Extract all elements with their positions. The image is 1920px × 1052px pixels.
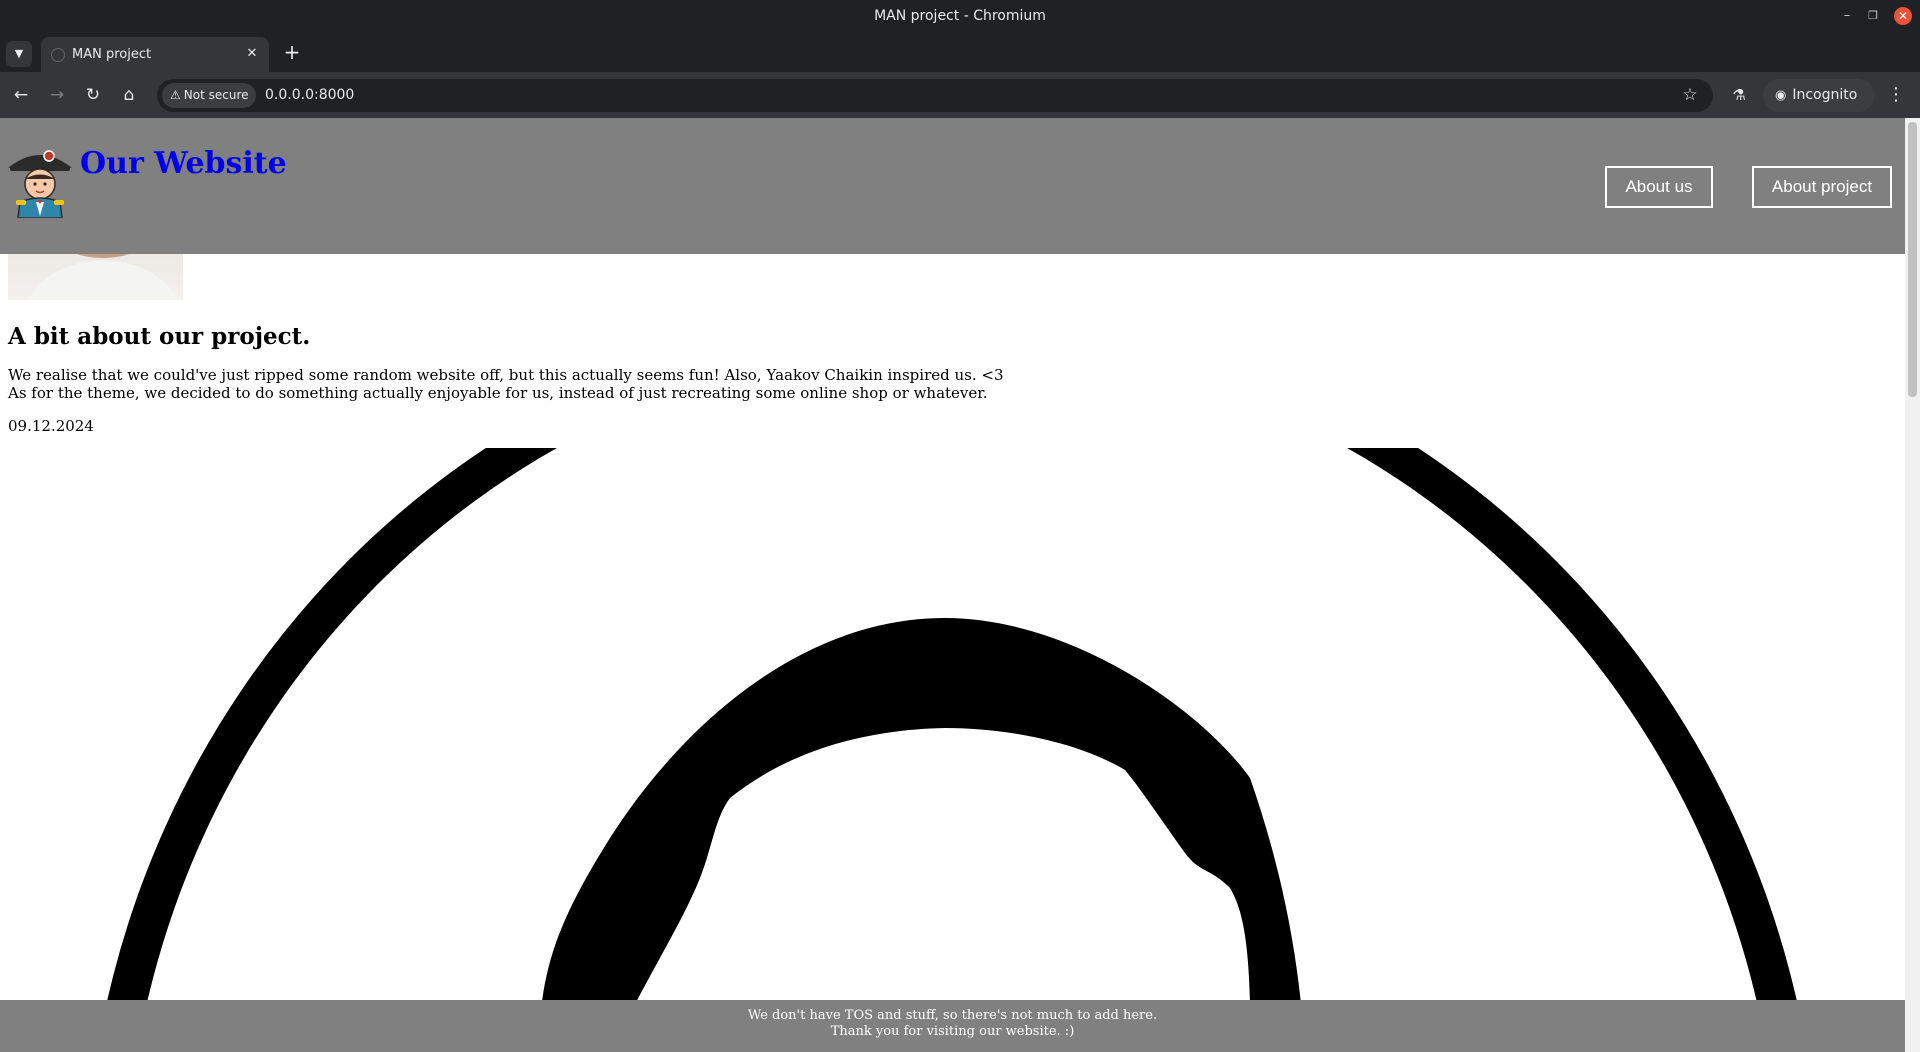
footer-line-1: We don't have TOS and stuff, so there's … [747,1008,1158,1023]
window-titlebar: MAN project - Chromium – ❐ ✕ [0,0,1920,32]
article-line-2: As for the theme, we decided to do somet… [8,384,988,402]
site-header: Our Website About us About project [0,118,1905,254]
napoleon-logo-icon[interactable] [4,146,76,218]
article-line-1: We realise that we could've just ripped … [8,366,1004,384]
url-text[interactable]: 0.0.0.0:8000 [265,79,354,112]
restore-icon[interactable]: ❐ [1864,7,1882,25]
about-us-button[interactable]: About us [1605,166,1713,208]
close-tab-icon[interactable]: ✕ [243,45,261,63]
scrollbar-thumb[interactable] [1908,122,1917,397]
page-viewport: Our Website About us About project A bit… [0,118,1905,1052]
address-bar[interactable]: ⚠ Not secure 0.0.0.0:8000 ☆ [157,79,1713,112]
security-label: Not secure [183,88,249,102]
bookmark-star-icon[interactable]: ☆ [1679,84,1701,106]
tab-man-project[interactable]: MAN project ✕ [41,37,269,72]
site-footer: We don't have TOS and stuff, so there's … [0,1000,1905,1052]
close-window-icon[interactable]: ✕ [1894,7,1912,25]
incognito-indicator[interactable]: ◉ Incognito [1763,79,1875,112]
tab-title: MAN project [72,47,152,62]
large-line-drawing [97,448,1807,1052]
tab-strip: ▼ MAN project ✕ + [0,32,1920,72]
minimize-icon[interactable]: – [1838,7,1856,25]
article-date: 09.12.2024 [8,417,94,435]
home-icon[interactable]: ⌂ [116,82,142,108]
footer-line-2: Thank you for visiting our website. :) [830,1024,1075,1039]
reload-icon[interactable]: ↻ [80,82,106,108]
back-icon[interactable]: ← [8,82,34,108]
article-heading: A bit about our project. [8,323,311,350]
browser-toolbar: ← → ↻ ⌂ ⚠ Not secure 0.0.0.0:8000 ☆ ⚗ ◉ In… [0,72,1920,118]
globe-icon [51,48,65,62]
about-project-button[interactable]: About project [1752,166,1892,208]
forward-icon[interactable]: → [44,82,70,108]
tab-search-button[interactable]: ▼ [6,41,32,67]
kebab-menu-icon[interactable]: ⋮ [1885,82,1907,108]
new-tab-button[interactable]: + [281,42,303,64]
article-body: We realise that we could've just ripped … [8,366,1004,402]
page-scrollbar[interactable] [1905,118,1920,1052]
window-title: MAN project - Chromium [874,8,1046,24]
incognito-icon: ◉ [1775,88,1787,103]
site-title-link[interactable]: Our Website [80,146,287,181]
security-chip[interactable]: ⚠ Not secure [162,83,256,108]
warning-icon: ⚠ [170,88,181,102]
flask-icon[interactable]: ⚗ [1728,82,1750,108]
incognito-label: Incognito [1792,87,1858,103]
article: A bit about our project. We realise that… [8,323,1004,435]
